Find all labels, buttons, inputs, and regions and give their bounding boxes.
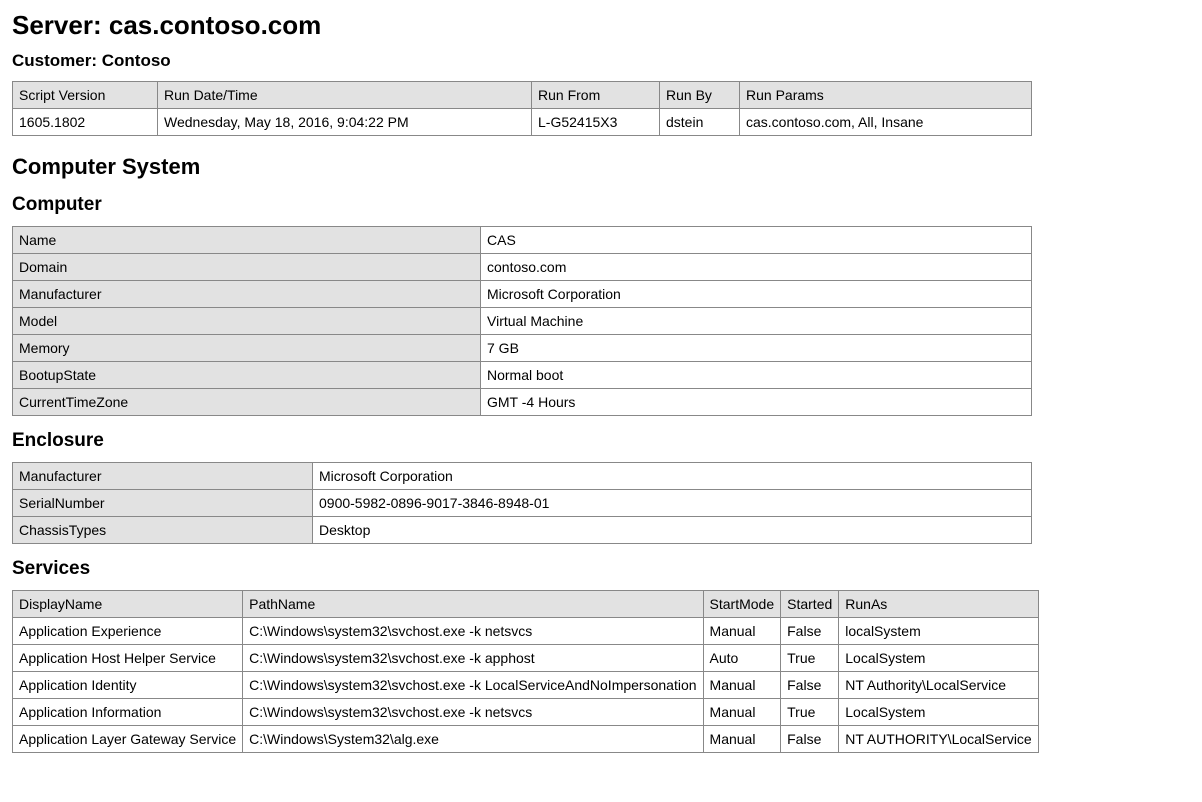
col-start-mode: StartMode	[703, 591, 781, 618]
val-run-params: cas.contoso.com, All, Insane	[740, 109, 1032, 136]
col-path-name: PathName	[243, 591, 703, 618]
table-row: ChassisTypesDesktop	[13, 517, 1032, 544]
cell-start-mode: Auto	[703, 645, 781, 672]
services-table: DisplayName PathName StartMode Started R…	[12, 590, 1039, 753]
table-header-row: Script Version Run Date/Time Run From Ru…	[13, 82, 1032, 109]
val-run-from: L-G52415X3	[532, 109, 660, 136]
table-row: Application Host Helper ServiceC:\Window…	[13, 645, 1039, 672]
kv-key: Manufacturer	[13, 463, 313, 490]
kv-value: Desktop	[313, 517, 1032, 544]
kv-value: Microsoft Corporation	[481, 281, 1032, 308]
col-run-by: Run By	[660, 82, 740, 109]
kv-value: 0900-5982-0896-9017-3846-8948-01	[313, 490, 1032, 517]
col-run-params: Run Params	[740, 82, 1032, 109]
server-label: Server:	[12, 10, 102, 40]
kv-key: Domain	[13, 254, 481, 281]
val-run-datetime: Wednesday, May 18, 2016, 9:04:22 PM	[158, 109, 532, 136]
cell-display-name: Application Host Helper Service	[13, 645, 243, 672]
cell-run-as: NT Authority\LocalService	[839, 672, 1038, 699]
cell-path-name: C:\Windows\system32\svchost.exe -k netsv…	[243, 699, 703, 726]
table-row: CurrentTimeZoneGMT -4 Hours	[13, 389, 1032, 416]
val-script-version: 1605.1802	[13, 109, 158, 136]
cell-path-name: C:\Windows\System32\alg.exe	[243, 726, 703, 753]
enclosure-table: ManufacturerMicrosoft CorporationSerialN…	[12, 462, 1032, 544]
col-run-datetime: Run Date/Time	[158, 82, 532, 109]
table-row: SerialNumber0900-5982-0896-9017-3846-894…	[13, 490, 1032, 517]
cell-run-as: LocalSystem	[839, 699, 1038, 726]
col-script-version: Script Version	[13, 82, 158, 109]
col-started: Started	[781, 591, 839, 618]
table-row: Domaincontoso.com	[13, 254, 1032, 281]
kv-value: Virtual Machine	[481, 308, 1032, 335]
cell-run-as: localSystem	[839, 618, 1038, 645]
table-row: ManufacturerMicrosoft Corporation	[13, 281, 1032, 308]
run-info-table: Script Version Run Date/Time Run From Ru…	[12, 81, 1032, 136]
cell-start-mode: Manual	[703, 699, 781, 726]
table-row: Memory7 GB	[13, 335, 1032, 362]
table-row: ManufacturerMicrosoft Corporation	[13, 463, 1032, 490]
cell-path-name: C:\Windows\system32\svchost.exe -k netsv…	[243, 618, 703, 645]
kv-key: CurrentTimeZone	[13, 389, 481, 416]
customer-label: Customer:	[12, 51, 97, 70]
kv-value: CAS	[481, 227, 1032, 254]
kv-value: contoso.com	[481, 254, 1032, 281]
kv-value: Normal boot	[481, 362, 1032, 389]
kv-key: SerialNumber	[13, 490, 313, 517]
page-title: Server: cas.contoso.com	[12, 10, 1190, 41]
val-run-by: dstein	[660, 109, 740, 136]
kv-key: Memory	[13, 335, 481, 362]
cell-started: True	[781, 645, 839, 672]
section-computer-system: Computer System	[12, 154, 1190, 180]
table-row: Application InformationC:\Windows\system…	[13, 699, 1039, 726]
server-value: cas.contoso.com	[109, 10, 321, 40]
kv-value: 7 GB	[481, 335, 1032, 362]
table-row: NameCAS	[13, 227, 1032, 254]
table-row: ModelVirtual Machine	[13, 308, 1032, 335]
cell-display-name: Application Information	[13, 699, 243, 726]
table-header-row: DisplayName PathName StartMode Started R…	[13, 591, 1039, 618]
cell-run-as: NT AUTHORITY\LocalService	[839, 726, 1038, 753]
col-run-as: RunAs	[839, 591, 1038, 618]
section-computer: Computer	[12, 194, 1190, 216]
cell-path-name: C:\Windows\system32\svchost.exe -k Local…	[243, 672, 703, 699]
section-services: Services	[12, 558, 1190, 580]
computer-table: NameCASDomaincontoso.comManufacturerMicr…	[12, 226, 1032, 416]
cell-started: False	[781, 672, 839, 699]
kv-value: Microsoft Corporation	[313, 463, 1032, 490]
cell-start-mode: Manual	[703, 618, 781, 645]
table-row: Application IdentityC:\Windows\system32\…	[13, 672, 1039, 699]
kv-key: ChassisTypes	[13, 517, 313, 544]
customer-value: Contoso	[102, 51, 171, 70]
cell-start-mode: Manual	[703, 726, 781, 753]
col-run-from: Run From	[532, 82, 660, 109]
cell-started: True	[781, 699, 839, 726]
cell-start-mode: Manual	[703, 672, 781, 699]
cell-display-name: Application Identity	[13, 672, 243, 699]
table-row: BootupStateNormal boot	[13, 362, 1032, 389]
table-row: Application ExperienceC:\Windows\system3…	[13, 618, 1039, 645]
kv-key: Manufacturer	[13, 281, 481, 308]
cell-display-name: Application Experience	[13, 618, 243, 645]
kv-key: Name	[13, 227, 481, 254]
section-enclosure: Enclosure	[12, 430, 1190, 452]
kv-key: BootupState	[13, 362, 481, 389]
cell-started: False	[781, 618, 839, 645]
kv-value: GMT -4 Hours	[481, 389, 1032, 416]
cell-started: False	[781, 726, 839, 753]
cell-run-as: LocalSystem	[839, 645, 1038, 672]
table-row: Application Layer Gateway ServiceC:\Wind…	[13, 726, 1039, 753]
kv-key: Model	[13, 308, 481, 335]
table-row: 1605.1802 Wednesday, May 18, 2016, 9:04:…	[13, 109, 1032, 136]
cell-path-name: C:\Windows\system32\svchost.exe -k appho…	[243, 645, 703, 672]
cell-display-name: Application Layer Gateway Service	[13, 726, 243, 753]
customer-title: Customer: Contoso	[12, 51, 1190, 71]
col-display-name: DisplayName	[13, 591, 243, 618]
